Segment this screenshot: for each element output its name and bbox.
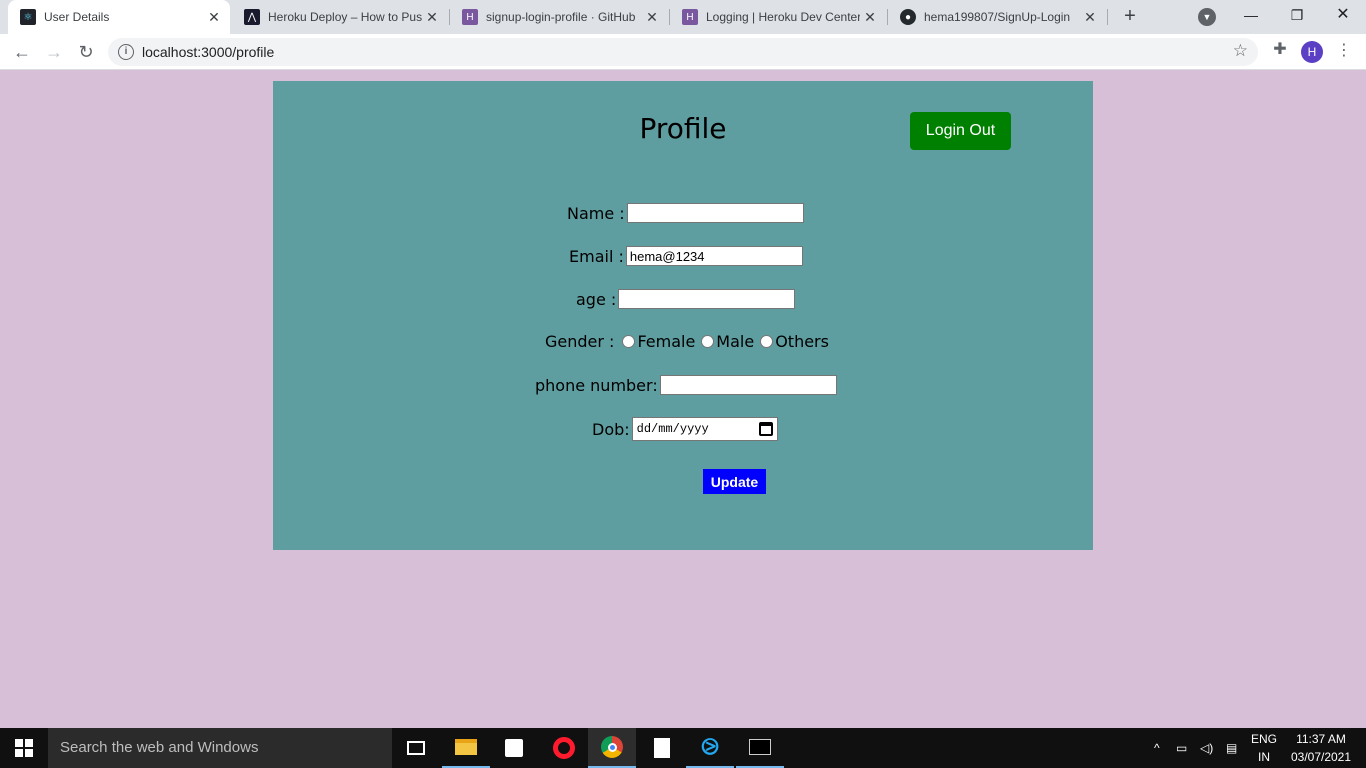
dob-placeholder: dd/mm/yyyy [636, 422, 709, 436]
language-code: ENG [1250, 732, 1277, 746]
profile-card [273, 81, 1093, 550]
dob-label: Dob: [592, 419, 630, 439]
reload-icon[interactable]: ↻ [74, 40, 98, 64]
address-bar[interactable]: i localhost:3000/profile ☆ [108, 38, 1258, 66]
phone-label: phone number: [535, 375, 658, 395]
vscode-icon[interactable]: ⧁ [686, 728, 734, 768]
notepad-icon[interactable] [638, 728, 686, 768]
clock-time: 11:37 AM [1296, 732, 1346, 746]
gender-male-label: Male [716, 332, 755, 351]
file-explorer-icon[interactable] [442, 728, 490, 768]
bookmark-star-icon[interactable]: ☆ [1233, 41, 1248, 61]
terminal-icon[interactable] [736, 728, 784, 768]
notification-icon[interactable]: ▤ [1226, 728, 1237, 768]
tab-signup-login-github[interactable]: H signup-login-profile · GitHub ✕ [450, 0, 668, 34]
windows-logo-icon [15, 739, 33, 757]
tab-heroku-deploy[interactable]: ⋀ Heroku Deploy – How to Push ✕ [232, 0, 448, 34]
gender-male-radio[interactable] [701, 335, 715, 348]
email-label: Email : [569, 246, 624, 266]
menu-kebab-icon[interactable]: ⋮ [1336, 40, 1352, 62]
age-row: age : [576, 289, 796, 309]
email-row: Email : [569, 246, 803, 266]
tab-title: Heroku Deploy – How to Push [268, 10, 422, 24]
chrome-icon[interactable] [588, 728, 636, 768]
browser-toolbar: ← → ↻ i localhost:3000/profile ☆ [0, 34, 1366, 70]
react-icon: ⚛ [20, 9, 36, 25]
gender-female-radio[interactable] [622, 335, 636, 348]
language-indicator[interactable]: ENG IN [1248, 730, 1280, 766]
dob-date-input[interactable]: dd/mm/yyyy [631, 417, 778, 441]
close-icon[interactable]: ✕ [204, 9, 224, 26]
site-icon: ⋀ [244, 9, 260, 25]
tab-strip: ⚛ User Details ✕ ⋀ Heroku Deploy – How t… [0, 0, 1366, 34]
tab-logging-heroku[interactable]: H Logging | Heroku Dev Center ✕ [670, 0, 886, 34]
tab-title: Logging | Heroku Dev Center [706, 10, 860, 24]
logout-button[interactable]: Login Out [910, 112, 1011, 150]
tab-search-icon[interactable]: ▼ [1198, 8, 1216, 26]
tab-title: User Details [44, 10, 110, 24]
forward-icon[interactable]: → [42, 40, 66, 64]
tab-title: signup-login-profile · GitHub [486, 10, 636, 24]
info-icon[interactable]: i [118, 44, 134, 60]
phone-input[interactable] [659, 375, 837, 395]
name-input[interactable] [626, 203, 804, 223]
opera-icon[interactable] [540, 728, 588, 768]
close-icon[interactable]: ✕ [860, 9, 880, 26]
heroku-icon: H [682, 9, 698, 25]
tab-github-repo[interactable]: ● hema199807/SignUp-Login ✕ [888, 0, 1106, 34]
back-icon[interactable]: ← [10, 40, 34, 64]
restore-icon[interactable]: ❐ [1274, 0, 1320, 30]
new-tab-icon[interactable]: + [1118, 4, 1142, 28]
name-label: Name : [567, 203, 625, 223]
windows-taskbar: Search the web and Windows ⧁ ^ ▭ ◁) ▤ EN… [0, 728, 1366, 768]
email-input[interactable] [625, 246, 803, 266]
volume-icon[interactable]: ◁) [1200, 728, 1213, 768]
age-label: age : [576, 289, 617, 309]
window-close-icon[interactable]: ✕ [1320, 0, 1366, 30]
name-row: Name : [567, 203, 804, 223]
battery-icon[interactable]: ▭ [1176, 728, 1187, 768]
gender-others-label: Others [775, 332, 829, 351]
tab-user-details[interactable]: ⚛ User Details ✕ [8, 0, 230, 34]
start-button[interactable] [0, 728, 48, 768]
gender-row: Gender : Female Male Others [545, 332, 829, 351]
update-button[interactable]: Update [703, 469, 766, 494]
clock-date: 03/07/2021 [1290, 750, 1352, 764]
tab-divider [1107, 9, 1108, 25]
page-title: Profile [639, 112, 727, 145]
github-icon: ● [900, 9, 916, 25]
close-icon[interactable]: ✕ [422, 9, 442, 26]
taskbar-search[interactable]: Search the web and Windows [48, 728, 392, 768]
heroku-icon: H [462, 9, 478, 25]
url-text[interactable]: localhost:3000/profile [142, 44, 274, 60]
age-input[interactable] [618, 289, 796, 309]
gender-others-radio[interactable] [760, 335, 774, 348]
store-icon[interactable] [490, 728, 538, 768]
close-icon[interactable]: ✕ [1080, 9, 1100, 26]
minimize-icon[interactable]: — [1228, 0, 1274, 30]
dob-row: Dob: dd/mm/yyyy [592, 417, 778, 441]
tab-title: hema199807/SignUp-Login [924, 10, 1071, 24]
calendar-icon[interactable] [758, 422, 773, 436]
phone-row: phone number: [535, 375, 837, 395]
gender-label: Gender : [545, 332, 615, 351]
gender-female-label: Female [637, 332, 696, 351]
task-view-icon[interactable] [392, 728, 440, 768]
profile-avatar[interactable]: H [1301, 41, 1323, 63]
taskbar-clock[interactable]: 11:37 AM 03/07/2021 [1284, 730, 1358, 766]
tray-chevron-icon[interactable]: ^ [1154, 728, 1160, 768]
region-code: IN [1258, 750, 1270, 764]
extensions-puzzle-icon[interactable]: ✚ [1270, 40, 1290, 60]
close-icon[interactable]: ✕ [642, 9, 662, 26]
